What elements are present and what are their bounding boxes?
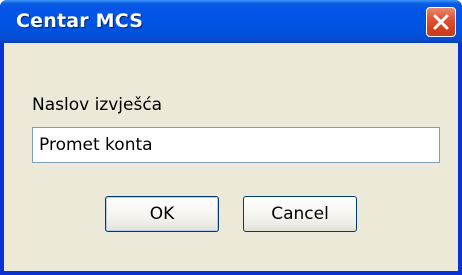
close-icon: [433, 14, 449, 30]
close-button[interactable]: [426, 7, 456, 37]
prompt-label: Naslov izvješća: [32, 95, 163, 115]
dialog-window: Centar MCS Naslov izvješća OK Cancel: [0, 0, 462, 275]
report-title-input[interactable]: [32, 127, 440, 163]
dialog-body: Naslov izvješća OK Cancel: [4, 43, 458, 271]
title-bar[interactable]: Centar MCS: [0, 0, 462, 43]
window-title: Centar MCS: [16, 10, 144, 32]
ok-button[interactable]: OK: [105, 196, 219, 232]
cancel-button[interactable]: Cancel: [243, 196, 357, 232]
